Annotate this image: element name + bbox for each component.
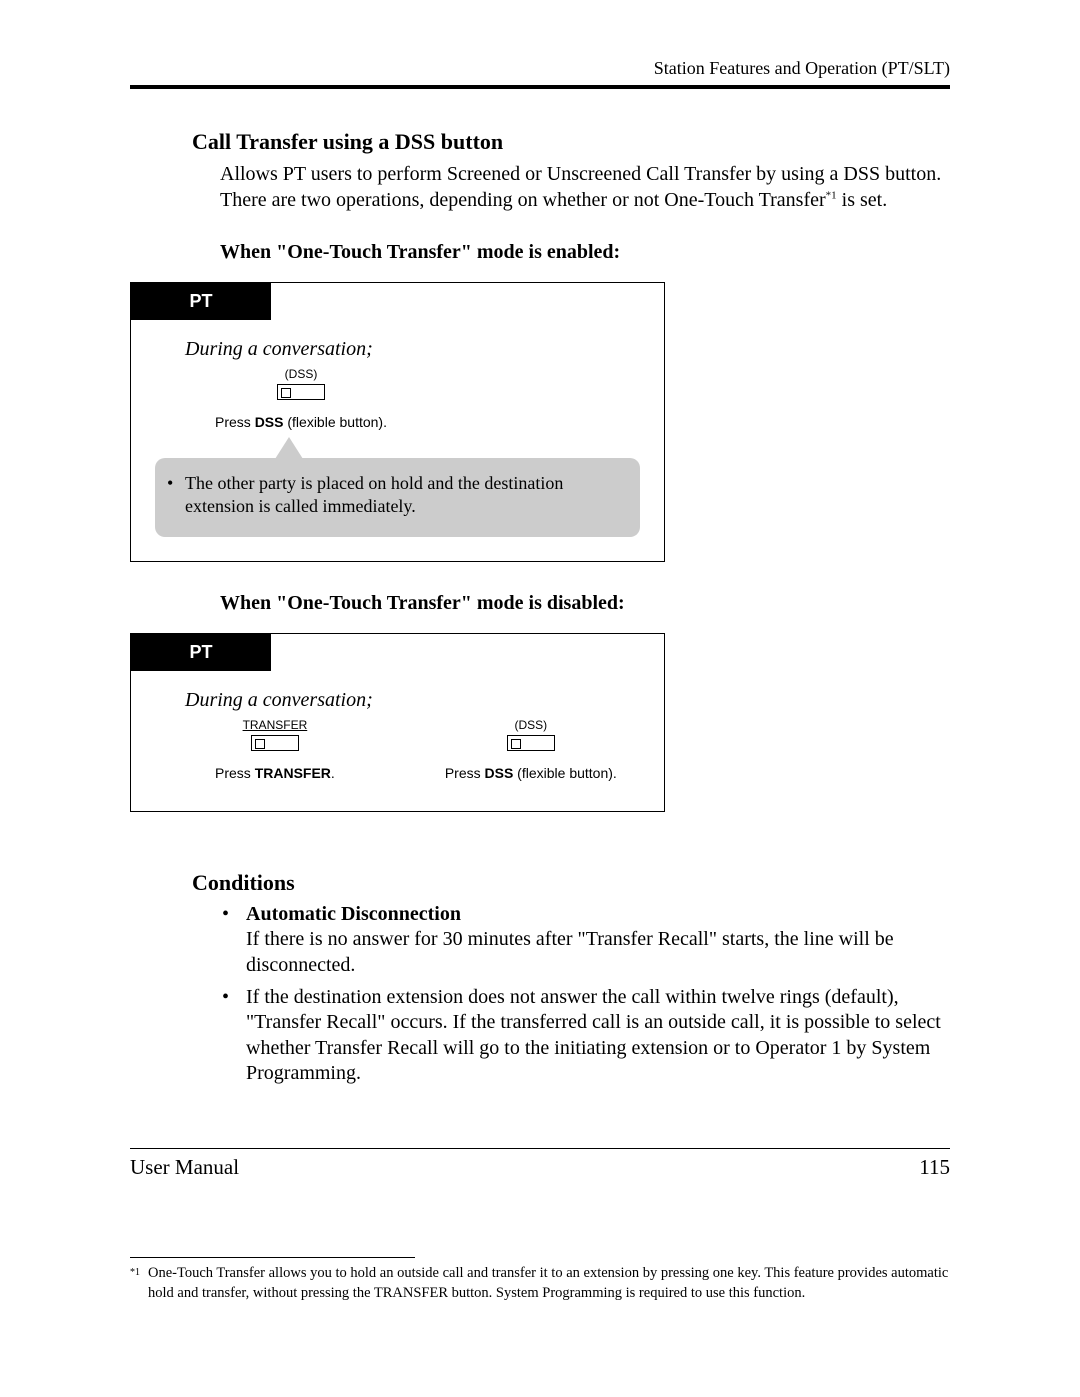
dss-button-label: (DSS) [445,718,617,732]
cap-pre: Press [215,765,255,781]
cap-bold: TRANSFER [255,765,331,781]
transfer-caption: Press TRANSFER. [215,765,335,781]
mode-disabled-heading: When "One-Touch Transfer" mode is disabl… [220,592,950,615]
section-intro: Allows PT users to perform Screened or U… [220,161,950,213]
dss-button-step: (DSS) Press DSS (flexible button). [215,367,387,430]
callout-text: The other party is placed on hold and th… [185,473,563,516]
cap-bold: DSS [255,414,284,430]
cap-pre: Press [215,414,255,430]
cap-pre: Press [445,765,485,781]
condition-text: If there is no answer for 30 minutes aft… [246,928,894,976]
during-label: During a conversation; [185,338,640,361]
footnote-mark: *1 [130,1266,140,1280]
footnote-ref: *1 [826,189,837,201]
intro-line1: Allows PT users to perform Screened or U… [220,163,941,185]
dss-caption: Press DSS (flexible button). [215,414,387,430]
section-title: Call Transfer using a DSS button [192,129,950,155]
condition-text: If the destination extension does not an… [246,986,941,1085]
condition-bold: Automatic Disconnection [246,903,461,925]
button-icon [507,735,555,751]
page-number: 115 [919,1155,950,1180]
callout-arrow-icon [275,437,303,459]
callout-box: • The other party is placed on hold and … [155,458,640,537]
procedure-box-enabled: PT During a conversation; (DSS) Press DS… [130,282,665,562]
footnote: *1 One-Touch Transfer allows you to hold… [130,1264,950,1303]
footer-left: User Manual [130,1155,239,1180]
condition-item: If the destination extension does not an… [222,985,950,1087]
transfer-button-step: TRANSFER Press TRANSFER. [215,718,335,781]
procedure-tab: PT [131,634,271,671]
dss-caption: Press DSS (flexible button). [445,765,617,781]
transfer-button-label: TRANSFER [215,718,335,732]
callout-wrap: • The other party is placed on hold and … [155,458,640,537]
cap-post: . [331,765,335,781]
footnote-rule [130,1257,415,1258]
cap-post: (flexible button). [513,765,617,781]
header-rule [130,85,950,89]
footer-rule [130,1148,950,1149]
intro-line2a: There are two operations, depending on w… [220,189,826,211]
button-icon [277,384,325,400]
dss-button-step: (DSS) Press DSS (flexible button). [445,718,617,781]
bullet-icon: • [167,472,173,495]
during-label: During a conversation; [185,689,640,712]
running-header: Station Features and Operation (PT/SLT) [130,58,950,79]
procedure-box-disabled: PT During a conversation; TRANSFER Press… [130,633,665,812]
mode-enabled-heading: When "One-Touch Transfer" mode is enable… [220,241,950,264]
intro-line2b: is set. [837,189,888,211]
procedure-tab: PT [131,283,271,320]
conditions-title: Conditions [192,870,950,896]
footnote-text: One-Touch Transfer allows you to hold an… [148,1265,948,1301]
cap-bold: DSS [485,765,514,781]
dss-button-label: (DSS) [215,367,387,381]
cap-post: (flexible button). [283,414,387,430]
condition-item: Automatic Disconnection If there is no a… [222,902,950,979]
button-icon [251,735,299,751]
